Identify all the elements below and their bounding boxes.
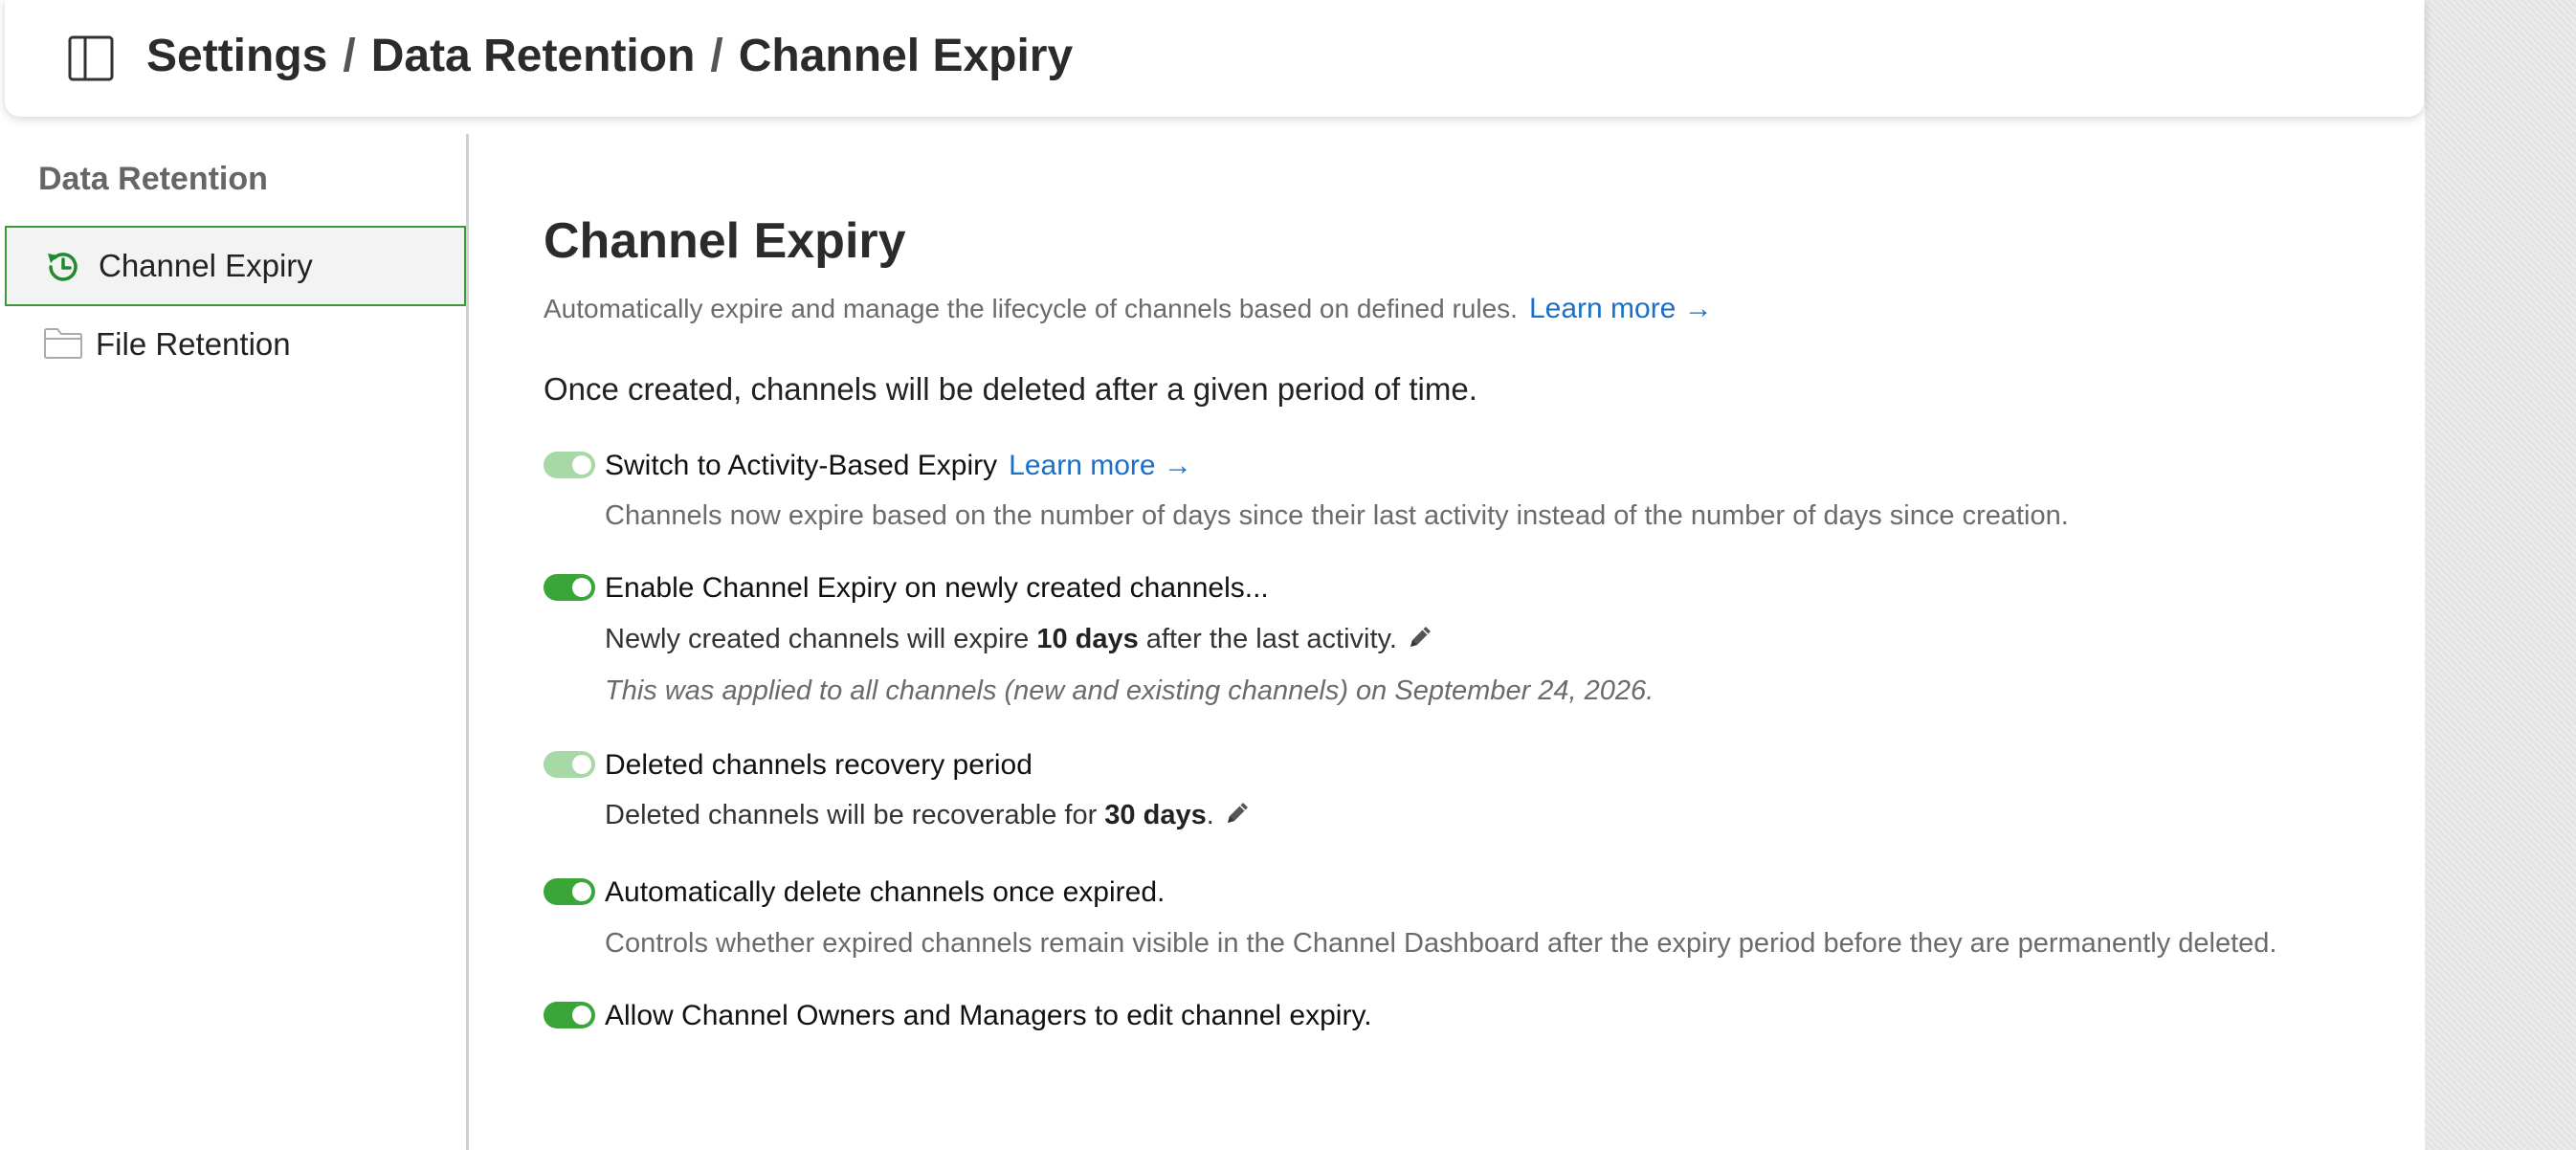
expiry-days-value: 10 days bbox=[1036, 624, 1139, 655]
app-window: Settings / Data Retention / Channel Expiry D… bbox=[0, 0, 2425, 1150]
setting-label: Switch to Activity-Based Expiry Learn mor… bbox=[605, 448, 1192, 484]
sidebar-title: Data Retention bbox=[38, 161, 268, 197]
history-clock-icon bbox=[43, 247, 83, 287]
auto-delete-toggle[interactable] bbox=[544, 878, 595, 905]
edit-expiry-pencil-icon[interactable] bbox=[1407, 622, 1435, 659]
activity-based-expiry-toggle[interactable] bbox=[544, 452, 595, 478]
learn-more-link[interactable]: Learn more → bbox=[1529, 293, 1713, 324]
subtitle-text: Automatically expire and manage the life… bbox=[544, 294, 1518, 323]
sidebar-item-channel-expiry[interactable]: Channel Expiry bbox=[5, 226, 466, 306]
recovery-desc-prefix: Deleted channels will be recoverable for bbox=[605, 800, 1105, 831]
sidebar: Data Retention Channel Expiry File Reten… bbox=[5, 134, 469, 1150]
auto-delete-label: Automatically delete channels once expir… bbox=[605, 876, 1166, 908]
breadcrumb-current: Channel Expiry bbox=[738, 31, 1074, 81]
enable-channel-expiry-label: Enable Channel Expiry on newly created c… bbox=[605, 572, 1269, 604]
activity-based-expiry-label: Switch to Activity-Based Expiry bbox=[605, 450, 998, 481]
breadcrumb: Settings / Data Retention / Channel Expiry bbox=[146, 29, 1073, 84]
sidebar-item-label: Channel Expiry bbox=[99, 248, 313, 283]
recovery-period-description: Deleted channels will be recoverable for… bbox=[605, 798, 1253, 835]
allow-owners-edit-toggle[interactable] bbox=[544, 1002, 595, 1028]
top-bar: Settings / Data Retention / Channel Expiry bbox=[5, 0, 2424, 117]
recovery-period-toggle[interactable] bbox=[544, 751, 595, 778]
recovery-desc-suffix: . bbox=[1206, 800, 1214, 831]
activity-based-expiry-description: Channels now expire based on the number … bbox=[605, 500, 2069, 531]
breadcrumb-data-retention[interactable]: Data Retention bbox=[371, 31, 696, 81]
recovery-period-label: Deleted channels recovery period bbox=[605, 749, 1033, 781]
recovery-days-value: 30 days bbox=[1104, 800, 1207, 831]
intro-text: Once created, channels will be deleted a… bbox=[544, 371, 1477, 407]
breadcrumb-separator: / bbox=[343, 31, 356, 81]
expiry-desc-prefix: Newly created channels will expire bbox=[605, 624, 1037, 655]
enable-channel-expiry-toggle[interactable] bbox=[544, 574, 595, 601]
sidebar-toggle-icon[interactable] bbox=[67, 34, 115, 82]
activity-learn-more-link[interactable]: Learn more → bbox=[1009, 450, 1192, 481]
allow-owners-edit-label: Allow Channel Owners and Managers to edi… bbox=[605, 1000, 1372, 1031]
sidebar-item-file-retention[interactable]: File Retention bbox=[5, 304, 466, 385]
page-subtitle: Automatically expire and manage the life… bbox=[544, 293, 1713, 325]
breadcrumb-settings[interactable]: Settings bbox=[146, 31, 327, 81]
page-title: Channel Expiry bbox=[544, 213, 906, 269]
edit-recovery-pencil-icon[interactable] bbox=[1224, 798, 1253, 835]
sidebar-item-label: File Retention bbox=[96, 326, 291, 362]
auto-delete-description: Controls whether expired channels remain… bbox=[605, 928, 2277, 959]
folder-icon bbox=[43, 325, 83, 365]
breadcrumb-separator: / bbox=[710, 31, 723, 81]
expiry-applied-note: This was applied to all channels (new an… bbox=[605, 675, 1654, 706]
channel-expiry-period-description: Newly created channels will expire 10 da… bbox=[605, 622, 1435, 659]
expiry-desc-suffix: after the last activity. bbox=[1138, 624, 1397, 655]
